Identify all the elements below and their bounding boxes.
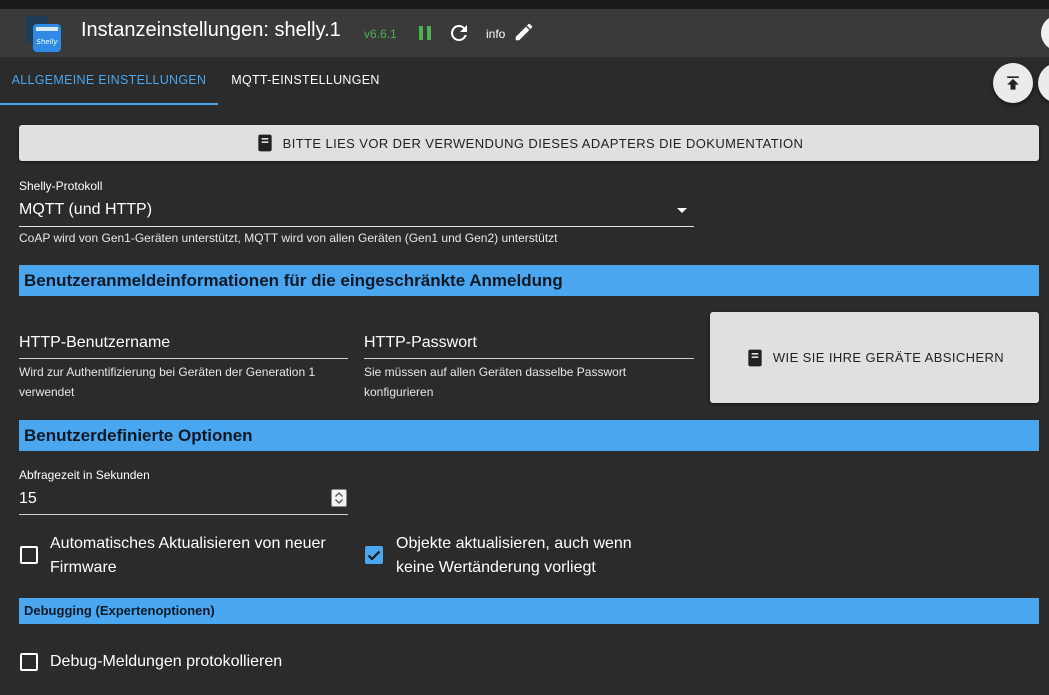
debug-logging-label: Debug-Meldungen protokollieren: [50, 653, 283, 670]
secure-devices-button[interactable]: WIE SIE IHRE GERÄTE ABSICHERN: [710, 312, 1039, 403]
shelly-logo-icon: Shelly: [22, 12, 66, 54]
stepper-arrows-icon: [335, 492, 343, 504]
update-objects-checkbox[interactable]: [365, 546, 383, 564]
http-username-helper-line2: verwendet: [19, 385, 75, 399]
info-label[interactable]: info: [486, 27, 505, 41]
update-objects-label-line1: Objekte aktualisieren, auch wenn: [396, 535, 632, 552]
http-password-helper-line2: konfigurieren: [364, 385, 434, 399]
http-username-label: HTTP-Benutzername: [19, 334, 171, 351]
section-header-credentials: Benutzeranmeldeinformationen für die ein…: [19, 265, 1039, 296]
section-header-custom-options: Benutzerdefinierte Optionen: [19, 420, 1039, 451]
edit-button[interactable]: [513, 21, 537, 45]
book-icon: [257, 134, 272, 152]
update-objects-label-line2: keine Wertänderung vorliegt: [396, 559, 596, 576]
documentation-button-label: BITTE LIES VOR DER VERWENDUNG DIESES ADA…: [282, 135, 804, 151]
http-username-field[interactable]: HTTP-Benutzername: [19, 334, 348, 359]
auto-firmware-update-label-line2: Firmware: [50, 559, 117, 576]
protocol-label: Shelly-Protokoll: [19, 179, 103, 193]
upload-icon: [1007, 76, 1019, 90]
auto-firmware-update-label-line1: Automatisches Aktualisieren von neuer: [50, 535, 326, 552]
pause-icon: [419, 26, 431, 40]
number-stepper[interactable]: [331, 489, 347, 507]
pause-button[interactable]: [413, 21, 437, 45]
protocol-helper-text: CoAP wird von Gen1-Geräten unterstützt, …: [19, 231, 558, 245]
secure-devices-button-label: WIE SIE IHRE GERÄTE ABSICHERN: [772, 350, 1005, 365]
documentation-button[interactable]: BITTE LIES VOR DER VERWENDUNG DIESES ADA…: [19, 125, 1039, 161]
pencil-icon: [515, 23, 533, 41]
tab-general-settings[interactable]: ALLGEMEINE EINSTELLUNGEN: [0, 57, 218, 105]
svg-text:Shelly: Shelly: [36, 38, 58, 46]
http-username-helper-line1: Wird zur Authentifizierung bei Geräten d…: [19, 365, 316, 379]
scroll-top-button[interactable]: [993, 63, 1033, 103]
checkmark-icon: [367, 550, 381, 561]
header-action-button[interactable]: [1041, 15, 1049, 51]
page-title: Instanzeinstellungen: shelly.1: [81, 19, 341, 41]
auto-firmware-update-checkbox[interactable]: [20, 546, 38, 564]
polling-interval-input[interactable]: 15: [19, 487, 348, 515]
http-password-label: HTTP-Passwort: [364, 334, 477, 351]
section-header-debugging: Debugging (Expertenoptionen): [19, 598, 1039, 624]
protocol-select-value: MQTT (und HTTP): [19, 201, 153, 218]
http-password-helper-line1: Sie müssen auf allen Geräten dasselbe Pa…: [364, 365, 627, 379]
http-password-field[interactable]: HTTP-Passwort: [364, 334, 694, 359]
protocol-select[interactable]: MQTT (und HTTP): [19, 199, 694, 227]
fab-secondary-button[interactable]: [1038, 63, 1049, 103]
chevron-down-icon: [677, 208, 687, 213]
refresh-button[interactable]: [447, 21, 471, 45]
tab-bar: ALLGEMEINE EINSTELLUNGEN MQTT-EINSTELLUN…: [0, 57, 1049, 105]
book-icon: [748, 349, 762, 366]
version-label: v6.6.1: [364, 27, 397, 41]
tab-mqtt-settings[interactable]: MQTT-EINSTELLUNGEN: [218, 57, 393, 103]
refresh-icon: [450, 24, 467, 41]
polling-interval-label: Abfragezeit in Sekunden: [19, 468, 150, 482]
top-strip: [0, 0, 1049, 9]
app-header: Shelly Instanzeinstellungen: shelly.1 v6…: [0, 9, 1049, 57]
polling-interval-value: 15: [19, 490, 37, 507]
debug-logging-checkbox[interactable]: [20, 653, 38, 671]
